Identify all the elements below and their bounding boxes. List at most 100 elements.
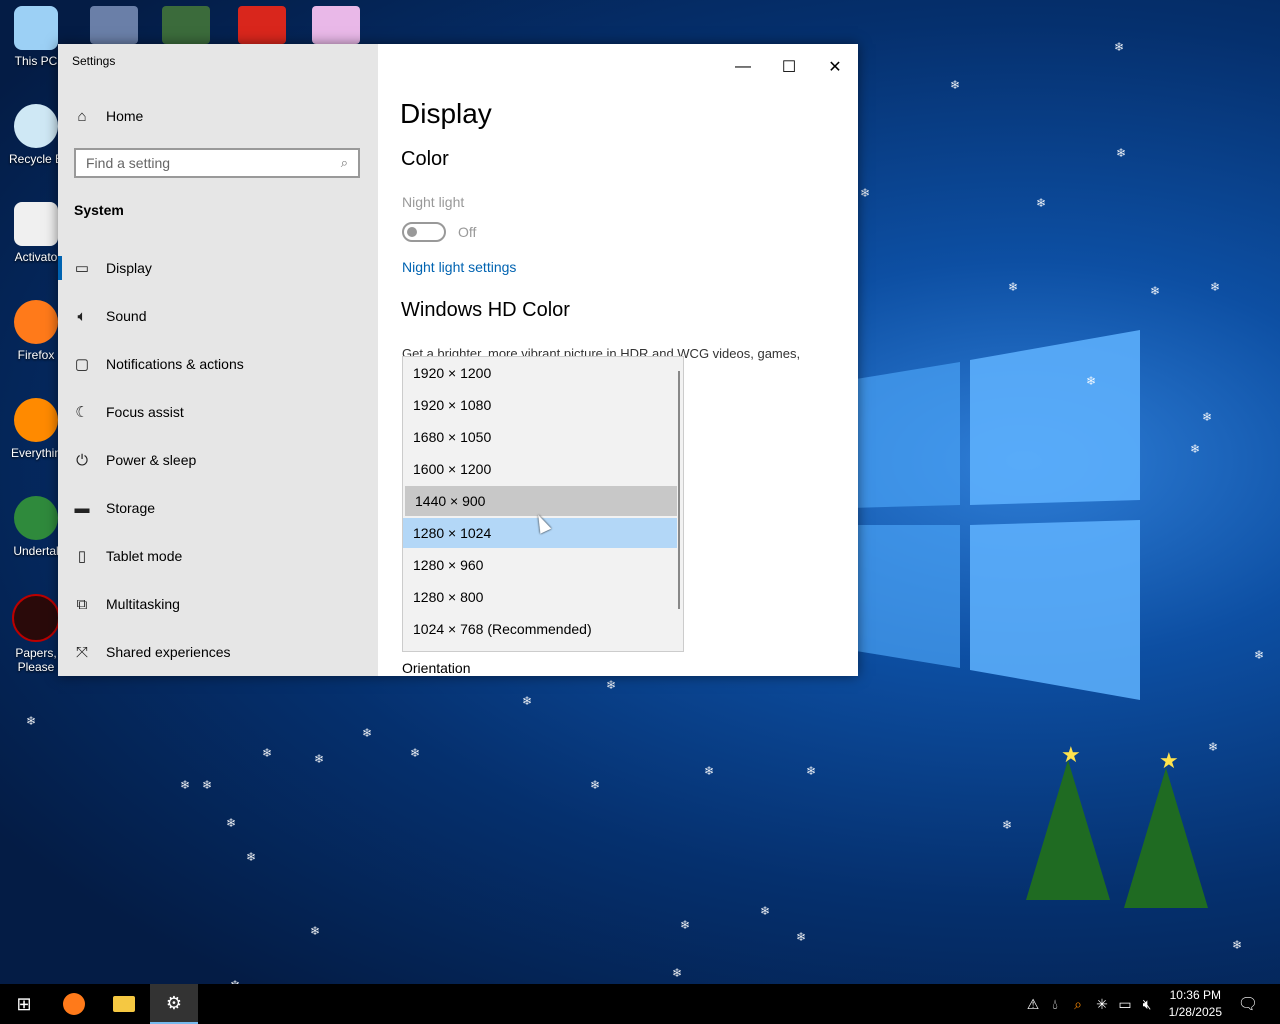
sidebar-item-storage[interactable]: ▬ Storage	[58, 488, 378, 528]
snowflake-icon: ❄	[226, 816, 237, 830]
maximize-button[interactable]: ☐	[766, 52, 812, 82]
mcdonalds-icon[interactable]	[238, 6, 286, 44]
drop-icon[interactable]: 💧︎	[1044, 996, 1066, 1013]
resolution-option[interactable]: 1920 × 1080	[403, 390, 677, 420]
snowflake-icon: ❄	[522, 694, 533, 708]
resolution-option[interactable]: 1600 × 1200	[403, 454, 677, 484]
christmas-icon[interactable]	[312, 6, 360, 44]
sidebar-item-label: Sound	[106, 308, 147, 324]
snowflake-icon: ❄	[806, 764, 817, 778]
desktop-icon-label: Undertal	[13, 544, 59, 558]
sidebar-item-label: Home	[106, 108, 144, 124]
clock-date: 1/28/2025	[1168, 1005, 1222, 1019]
taskbar-clock[interactable]: 10:36 PM 1/28/2025	[1169, 987, 1222, 1021]
snowflake-icon: ❄	[1232, 938, 1243, 952]
snowflake-icon: ❄	[680, 918, 691, 932]
firefox-icon	[14, 300, 58, 344]
snowflake-icon: ❄	[1086, 374, 1097, 388]
night-light-toggle[interactable]	[402, 222, 446, 242]
network-icon[interactable]: ▭	[1114, 996, 1136, 1013]
resolution-option[interactable]: 1920 × 1200	[403, 358, 677, 388]
search-icon	[14, 398, 58, 442]
sidebar: Settings ⌂ Home Find a setting ⌕ System …	[58, 44, 378, 676]
window-title: Settings	[72, 54, 116, 68]
close-button[interactable]: ✕	[812, 52, 858, 82]
snowflake-icon: ❄	[672, 966, 683, 980]
resolution-option[interactable]: 1024 × 768 (Recommended)	[403, 614, 677, 644]
christmas-tree	[1124, 768, 1208, 908]
action-center-button[interactable]: 🗨︎	[1224, 984, 1272, 1024]
resolution-option[interactable]: 1280 × 800	[403, 582, 677, 612]
snowflake-icon: ❄	[860, 186, 871, 200]
resolution-dropdown[interactable]: 1920 × 1200 1920 × 1080 1680 × 1050 1600…	[402, 356, 684, 652]
sidebar-item-shared-experiences[interactable]: ⤧ Shared experiences	[58, 632, 378, 672]
sidebar-item-sound[interactable]: 🔈︎ Sound	[58, 296, 378, 336]
sidebar-item-display[interactable]: ▭ Display	[58, 248, 378, 288]
snowflake-icon: ❄	[1190, 442, 1201, 456]
settings-window: Settings ⌂ Home Find a setting ⌕ System …	[58, 44, 858, 676]
firefox-icon	[63, 993, 85, 1015]
minimize-button[interactable]: —	[720, 52, 766, 82]
resolution-option-hovered[interactable]: 1440 × 900	[405, 486, 677, 516]
start-button[interactable]: ⊞	[0, 984, 48, 1024]
snowflake-icon: ❄	[362, 726, 373, 740]
sidebar-item-tablet-mode[interactable]: ▯ Tablet mode	[58, 536, 378, 576]
sidebar-item-label: Multitasking	[106, 596, 180, 612]
dropdown-scrollbar[interactable]	[678, 371, 680, 609]
snowflake-icon: ❄	[704, 764, 715, 778]
sidebar-item-notifications[interactable]: ▢ Notifications & actions	[58, 344, 378, 384]
night-light-label: Night light	[402, 194, 465, 210]
desktop-icon-label: Firefox	[17, 348, 55, 362]
system-tray: ⚠ 💧︎ ⌕ ✳ ▭ 🔇︎	[1022, 984, 1158, 1024]
game-icon	[14, 496, 58, 540]
sidebar-item-focus-assist[interactable]: ☾ Focus assist	[58, 392, 378, 432]
snowflake-icon: ❄	[1114, 40, 1125, 54]
snowflake-icon: ❄	[590, 778, 601, 792]
snowflake-icon: ❄	[1150, 284, 1161, 298]
hd-color-heading: Windows HD Color	[401, 299, 570, 321]
color-heading: Color	[401, 148, 449, 170]
taskbar-firefox[interactable]	[50, 984, 98, 1024]
game-icon[interactable]	[162, 6, 210, 44]
sidebar-item-label: Focus assist	[106, 404, 184, 420]
snowflake-icon: ❄	[202, 778, 213, 792]
game-icon	[12, 594, 60, 642]
snowflake-icon: ❄	[606, 678, 617, 692]
multitasking-icon: ⧉	[76, 595, 88, 613]
storage-icon: ▬	[74, 499, 90, 517]
sidebar-item-power-sleep[interactable]: ⏻ Power & sleep	[58, 440, 378, 480]
snowflake-icon: ❄	[1202, 410, 1213, 424]
volume-muted-icon[interactable]: 🔇︎	[1136, 996, 1158, 1013]
windows-logo-wallpaper	[850, 330, 1140, 700]
snowflake-icon: ❄	[246, 850, 257, 864]
sidebar-item-label: Display	[106, 260, 152, 276]
snowflake-icon: ❄	[180, 778, 191, 792]
sidebar-item-home[interactable]: ⌂ Home	[58, 96, 378, 136]
desktop-shortcut-icon[interactable]	[90, 6, 138, 44]
night-light-settings-link[interactable]: Night light settings	[402, 259, 516, 275]
snowflake-icon: ❄	[1036, 196, 1047, 210]
moon-icon: ☾	[75, 404, 89, 421]
shared-icon: ⤧	[75, 643, 88, 661]
snowflake-icon: ❄	[314, 752, 325, 766]
power-icon: ⏻	[76, 451, 88, 469]
gear-icon: ⚙	[165, 992, 183, 1013]
file-icon	[14, 202, 58, 246]
snowflake-icon: ❄	[1208, 740, 1219, 754]
sidebar-item-label: Storage	[106, 500, 156, 516]
taskbar-settings[interactable]: ⚙	[150, 984, 198, 1024]
section-label: System	[74, 202, 124, 218]
resolution-option[interactable]: 1680 × 1050	[403, 422, 677, 452]
christmas-tree	[1026, 760, 1110, 900]
orientation-label: Orientation	[402, 660, 471, 676]
snowflake-icon: ❄	[1002, 818, 1013, 832]
sidebar-item-multitasking[interactable]: ⧉ Multitasking	[58, 584, 378, 624]
taskbar-file-explorer[interactable]	[100, 984, 148, 1024]
resolution-option[interactable]: 1280 × 960	[403, 550, 677, 580]
network-status-icon[interactable]: ⚠	[1022, 996, 1044, 1013]
search-input[interactable]: Find a setting ⌕	[74, 148, 360, 178]
snow-icon[interactable]: ✳	[1090, 996, 1114, 1013]
search-icon[interactable]: ⌕	[1066, 996, 1090, 1013]
search-placeholder: Find a setting	[86, 155, 171, 171]
windows-icon: ⊞	[16, 993, 32, 1014]
